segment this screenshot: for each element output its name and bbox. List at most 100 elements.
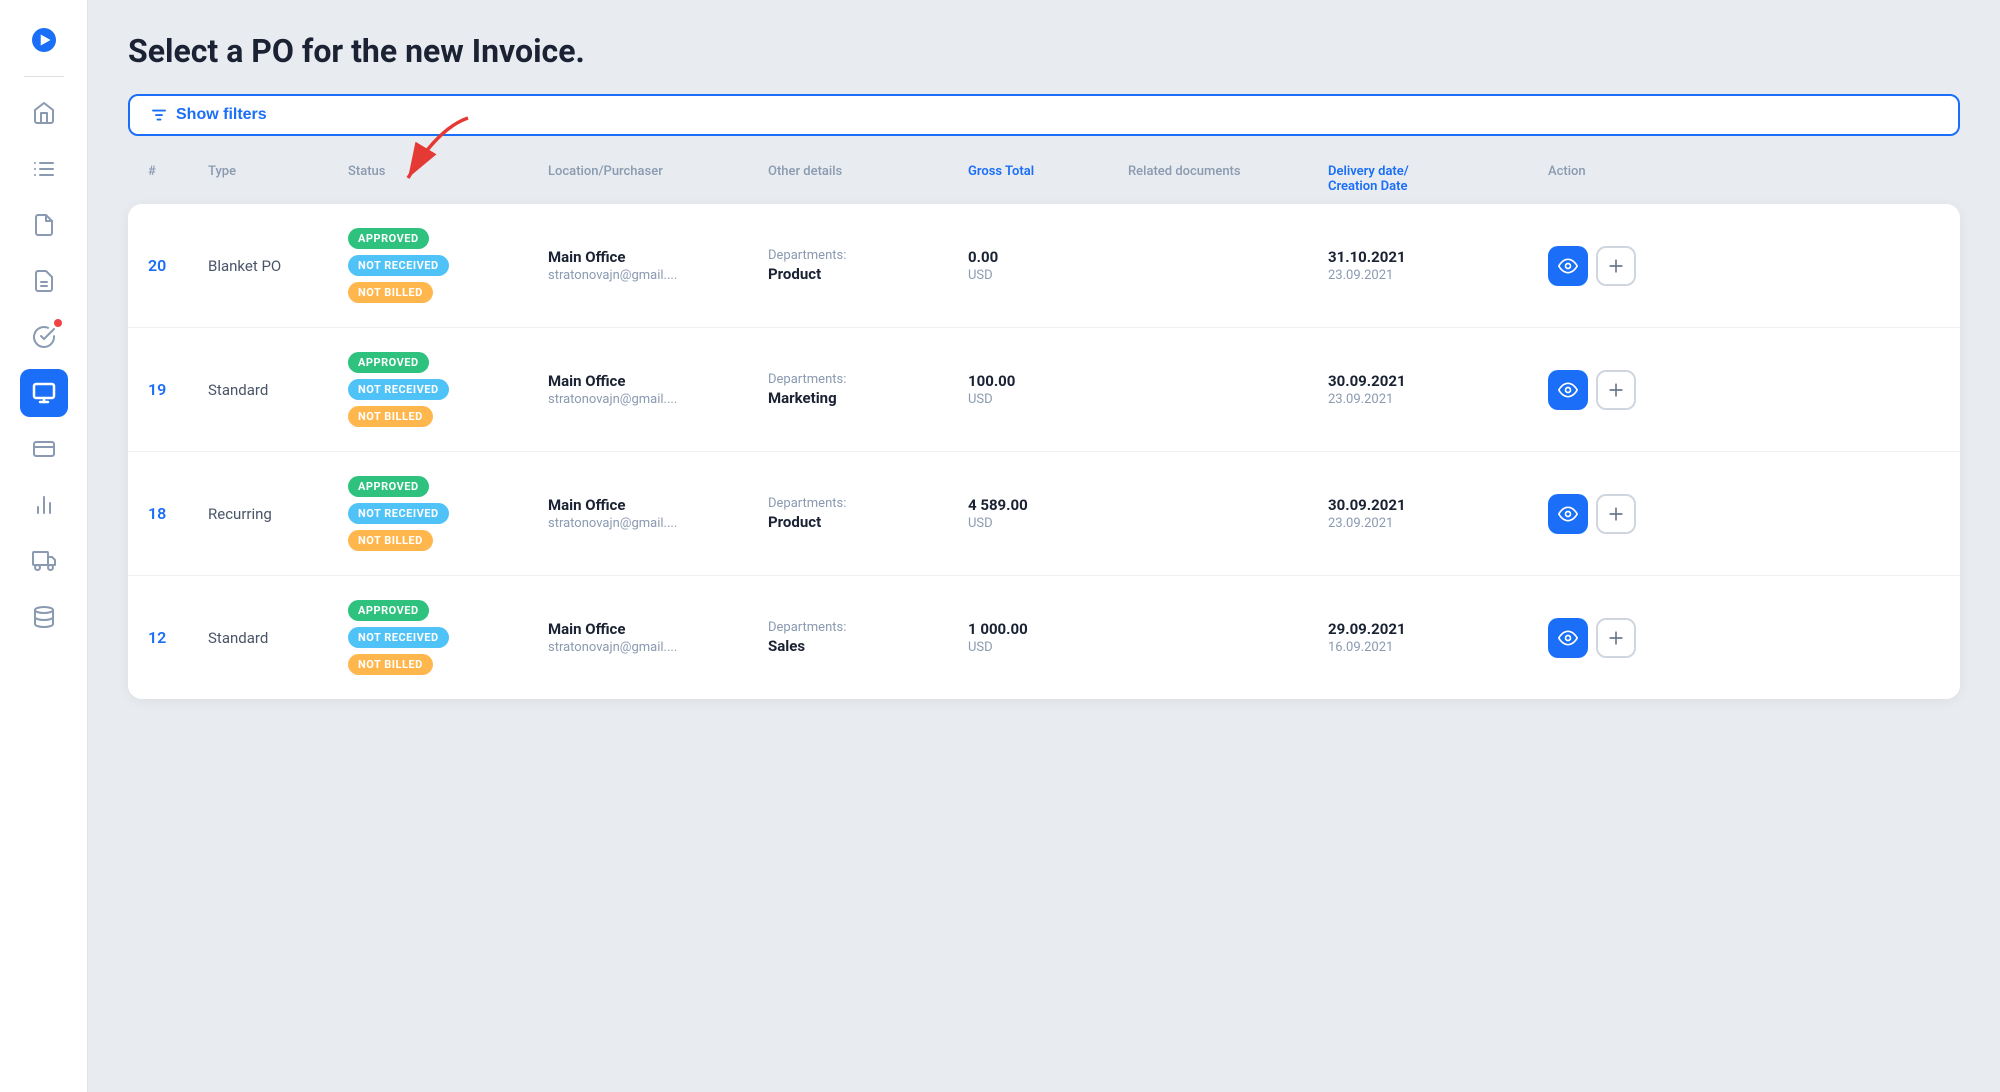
row-number: 18: [148, 504, 208, 523]
add-button[interactable]: [1596, 494, 1636, 534]
col-status: Status: [348, 164, 548, 194]
badge-approved: APPROVED: [348, 600, 429, 621]
gross-block: 100.00 USD: [968, 372, 1128, 407]
date-block: 30.09.2021 23.09.2021: [1328, 496, 1548, 531]
detail-value: Sales: [768, 637, 968, 655]
detail-value: Product: [768, 265, 968, 283]
date-block: 30.09.2021 23.09.2021: [1328, 372, 1548, 407]
sidebar: [0, 0, 88, 1092]
show-filters-button[interactable]: Show filters: [128, 94, 1960, 136]
action-buttons: [1548, 494, 1668, 534]
view-button[interactable]: [1548, 370, 1588, 410]
view-button[interactable]: [1548, 618, 1588, 658]
detail-value: Product: [768, 513, 968, 531]
gross-block: 0.00 USD: [968, 248, 1128, 283]
gross-block: 4 589.00 USD: [968, 496, 1128, 531]
sidebar-item-purchase[interactable]: [20, 369, 68, 417]
filter-icon: [150, 106, 168, 124]
location-block: Main Office stratonovajn@gmail....: [548, 620, 768, 655]
location-email: stratonovajn@gmail....: [548, 392, 768, 407]
action-buttons: [1548, 246, 1668, 286]
date-primary: 30.09.2021: [1328, 372, 1548, 390]
badge-not-received: NOT RECEIVED: [348, 255, 449, 276]
status-badges: APPROVED NOT RECEIVED NOT BILLED: [348, 228, 548, 303]
eye-icon: [1558, 504, 1578, 524]
sidebar-item-invoices[interactable]: [20, 201, 68, 249]
plus-icon: [1606, 628, 1626, 648]
badge-not-billed: NOT BILLED: [348, 654, 433, 675]
col-action: Action: [1548, 164, 1668, 194]
location-email: stratonovajn@gmail....: [548, 516, 768, 531]
sidebar-item-orders[interactable]: [20, 145, 68, 193]
gross-currency: USD: [968, 516, 1128, 531]
row-number: 20: [148, 256, 208, 275]
gross-currency: USD: [968, 268, 1128, 283]
app-logo[interactable]: [20, 16, 68, 64]
badge-not-billed: NOT BILLED: [348, 530, 433, 551]
view-button[interactable]: [1548, 494, 1588, 534]
gross-currency: USD: [968, 640, 1128, 655]
table-row: 20 Blanket PO APPROVED NOT RECEIVED NOT …: [128, 204, 1960, 328]
badge-not-received: NOT RECEIVED: [348, 503, 449, 524]
other-details: Departments: Product: [768, 248, 968, 283]
status-badges: APPROVED NOT RECEIVED NOT BILLED: [348, 600, 548, 675]
view-button[interactable]: [1548, 246, 1588, 286]
location-block: Main Office stratonovajn@gmail....: [548, 248, 768, 283]
row-type: Blanket PO: [208, 257, 348, 275]
col-other: Other details: [768, 164, 968, 194]
add-button[interactable]: [1596, 618, 1636, 658]
date-secondary: 16.09.2021: [1328, 640, 1548, 655]
col-type: Type: [208, 164, 348, 194]
detail-label: Departments:: [768, 496, 968, 511]
location-name: Main Office: [548, 496, 768, 514]
col-location: Location/Purchaser: [548, 164, 768, 194]
plus-icon: [1606, 256, 1626, 276]
badge-approved: APPROVED: [348, 476, 429, 497]
eye-icon: [1558, 628, 1578, 648]
plus-icon: [1606, 504, 1626, 524]
other-details: Departments: Sales: [768, 620, 968, 655]
location-email: stratonovajn@gmail....: [548, 640, 768, 655]
action-buttons: [1548, 618, 1668, 658]
add-button[interactable]: [1596, 370, 1636, 410]
col-related: Related documents: [1128, 164, 1328, 194]
add-button[interactable]: [1596, 246, 1636, 286]
plus-icon: [1606, 380, 1626, 400]
table-row: 19 Standard APPROVED NOT RECEIVED NOT BI…: [128, 328, 1960, 452]
sidebar-item-reports[interactable]: [20, 257, 68, 305]
gross-currency: USD: [968, 392, 1128, 407]
detail-label: Departments:: [768, 372, 968, 387]
table-row: 12 Standard APPROVED NOT RECEIVED NOT BI…: [128, 576, 1960, 699]
eye-icon: [1558, 256, 1578, 276]
status-badges: APPROVED NOT RECEIVED NOT BILLED: [348, 476, 548, 551]
location-email: stratonovajn@gmail....: [548, 268, 768, 283]
col-num: #: [148, 164, 208, 194]
sidebar-item-analytics[interactable]: [20, 481, 68, 529]
col-gross: Gross Total: [968, 164, 1128, 194]
location-name: Main Office: [548, 372, 768, 390]
badge-approved: APPROVED: [348, 228, 429, 249]
purchase-orders-table: 20 Blanket PO APPROVED NOT RECEIVED NOT …: [128, 204, 1960, 699]
badge-approved: APPROVED: [348, 352, 429, 373]
location-block: Main Office stratonovajn@gmail....: [548, 496, 768, 531]
location-block: Main Office stratonovajn@gmail....: [548, 372, 768, 407]
date-primary: 30.09.2021: [1328, 496, 1548, 514]
sidebar-item-payments[interactable]: [20, 425, 68, 473]
sidebar-item-integrations[interactable]: [20, 593, 68, 641]
approvals-badge: [54, 319, 62, 327]
sidebar-item-home[interactable]: [20, 89, 68, 137]
sidebar-item-approvals[interactable]: [20, 313, 68, 361]
date-secondary: 23.09.2021: [1328, 392, 1548, 407]
gross-amount: 4 589.00: [968, 496, 1128, 514]
badge-not-received: NOT RECEIVED: [348, 627, 449, 648]
detail-value: Marketing: [768, 389, 968, 407]
eye-icon: [1558, 380, 1578, 400]
status-badges: APPROVED NOT RECEIVED NOT BILLED: [348, 352, 548, 427]
date-secondary: 23.09.2021: [1328, 268, 1548, 283]
row-number: 19: [148, 380, 208, 399]
gross-amount: 100.00: [968, 372, 1128, 390]
sidebar-item-delivery[interactable]: [20, 537, 68, 585]
badge-not-billed: NOT BILLED: [348, 406, 433, 427]
badge-not-received: NOT RECEIVED: [348, 379, 449, 400]
row-type: Standard: [208, 381, 348, 399]
